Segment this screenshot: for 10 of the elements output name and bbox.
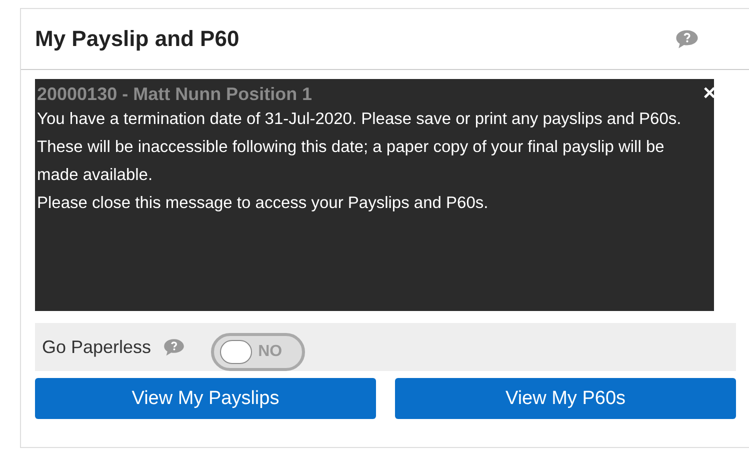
message-text: Please close this message to access your Payslips and P60s. [37,193,490,214]
message-heading: 20000130 - Matt Nunn Position 1 [37,83,312,105]
close-button[interactable]: × [703,83,716,103]
help-icon [163,338,186,356]
help-icon [675,28,699,50]
message-text: You have a termination date of 31-Jul-2020. Please save or print any payslips and P60s. These will be inaccessible following this date; a paper copy of your final payslip will be made available. [37,109,682,186]
card-title: My Payslip and P60 [35,26,240,52]
paperless-label: Go Paperless [42,336,152,358]
view-button[interactable]: View My Payslips [35,378,376,419]
view-button[interactable]: View My P60s [395,378,736,419]
